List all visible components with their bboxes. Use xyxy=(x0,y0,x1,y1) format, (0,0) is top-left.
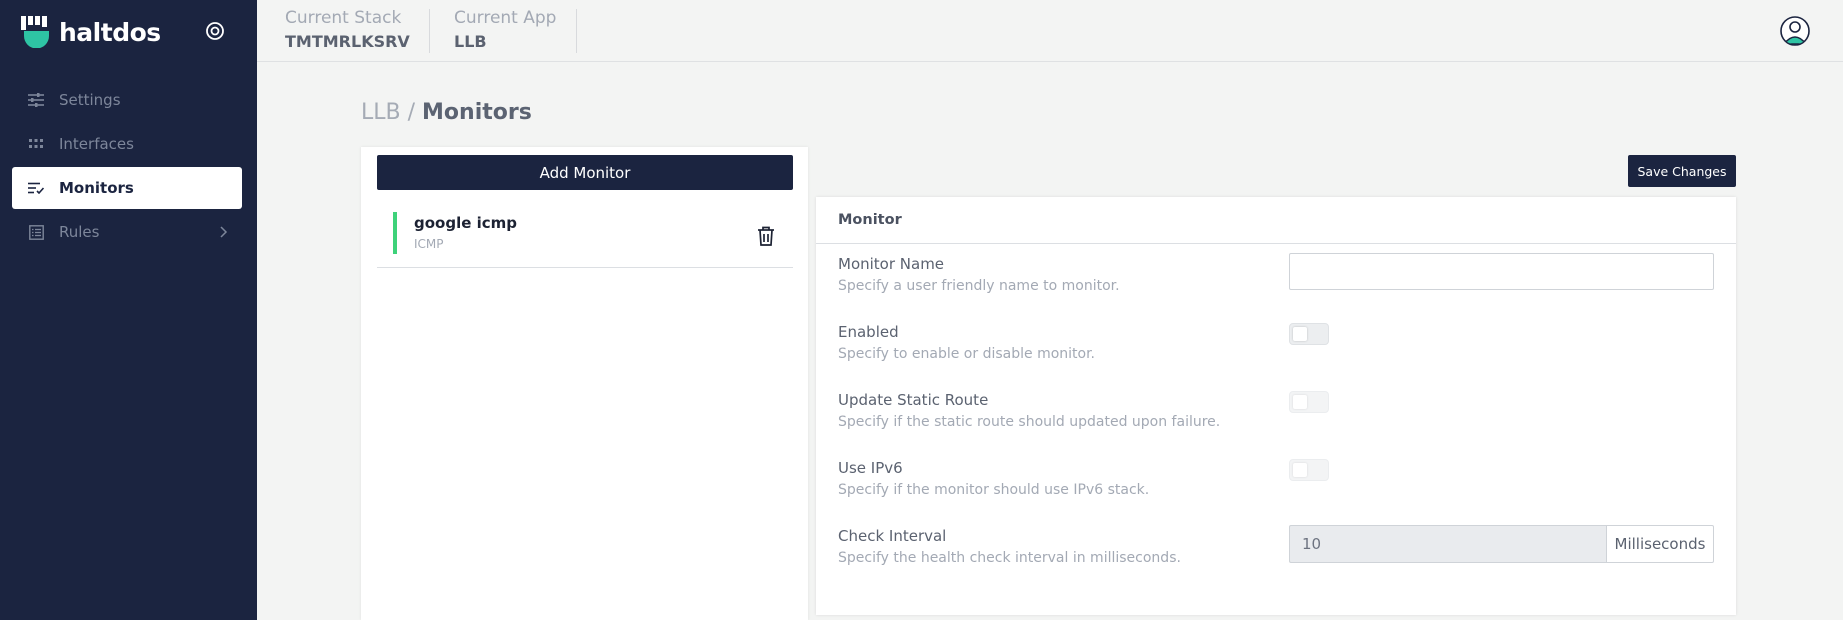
current-stack-label: Current Stack xyxy=(285,8,402,28)
toggle-knob xyxy=(1293,463,1307,477)
sidebar: haltdos Settings Interfaces Monitors Rul… xyxy=(0,0,257,620)
list-box-icon xyxy=(28,224,44,240)
sliders-icon xyxy=(28,92,44,108)
enabled-row: Enabled Specify to enable or disable mon… xyxy=(838,323,1716,362)
sidebar-item-label: Monitors xyxy=(59,179,134,197)
toggle-knob xyxy=(1293,327,1307,341)
breadcrumb-parent[interactable]: LLB xyxy=(361,100,401,125)
toggle-knob xyxy=(1293,395,1307,409)
field-hint: Specify if the static route should updat… xyxy=(838,414,1221,430)
monitors-list-panel: Add Monitor google icmp ICMP xyxy=(361,147,808,620)
sidebar-item-monitors[interactable]: Monitors xyxy=(12,167,242,209)
monitor-form: Monitor Monitor Name Specify a user frie… xyxy=(816,197,1736,615)
interval-unit-label: Milliseconds xyxy=(1606,525,1714,563)
divider xyxy=(576,9,577,53)
check-interval-group: Milliseconds xyxy=(1289,525,1714,563)
user-avatar-icon[interactable] xyxy=(1780,16,1810,46)
sidebar-item-label: Interfaces xyxy=(59,135,134,153)
current-stack-value: TMTMRLKSRV xyxy=(285,32,410,51)
sidebar-item-settings[interactable]: Settings xyxy=(12,79,242,121)
current-app-label: Current App xyxy=(454,8,557,28)
field-hint: Specify to enable or disable monitor. xyxy=(838,346,1096,362)
topbar: Current Stack TMTMRLKSRV Current App LLB xyxy=(257,0,1843,62)
save-changes-button[interactable]: Save Changes xyxy=(1628,155,1736,187)
divider xyxy=(429,9,430,53)
monitor-name: google icmp xyxy=(414,214,518,232)
current-app-value: LLB xyxy=(454,32,487,51)
list-item[interactable]: google icmp ICMP xyxy=(377,202,793,268)
field-label: Use IPv6 xyxy=(838,459,903,477)
breadcrumb-separator: / xyxy=(407,100,416,125)
grid-icon xyxy=(28,136,44,152)
haltdos-logo-icon xyxy=(21,16,49,48)
brand-name: haltdos xyxy=(59,17,161,47)
update-static-route-toggle[interactable] xyxy=(1289,391,1329,413)
list-check-icon xyxy=(28,180,44,196)
use-ipv6-row: Use IPv6 Specify if the monitor should u… xyxy=(838,459,1716,498)
current-app[interactable]: Current App LLB xyxy=(454,8,556,51)
field-label: Enabled xyxy=(838,323,899,341)
brand[interactable]: haltdos xyxy=(21,14,161,50)
chevron-right-icon xyxy=(220,226,228,238)
page-title: Monitors xyxy=(422,100,532,125)
check-interval-input[interactable] xyxy=(1289,525,1606,563)
enabled-toggle[interactable] xyxy=(1289,323,1329,345)
sidebar-toggle-icon[interactable] xyxy=(205,21,225,41)
sidebar-item-label: Rules xyxy=(59,223,100,241)
monitor-type: ICMP xyxy=(414,237,444,251)
monitor-name-input[interactable] xyxy=(1289,253,1714,290)
form-title: Monitor xyxy=(816,197,1736,244)
sidebar-item-rules[interactable]: Rules xyxy=(12,211,242,253)
sidebar-nav: Settings Interfaces Monitors Rules xyxy=(12,79,242,255)
field-label: Update Static Route xyxy=(838,391,989,409)
field-hint: Specify if the monitor should use IPv6 s… xyxy=(838,482,1150,498)
sidebar-item-interfaces[interactable]: Interfaces xyxy=(12,123,242,165)
sidebar-item-label: Settings xyxy=(59,91,121,109)
update-static-route-row: Update Static Route Specify if the stati… xyxy=(838,391,1716,430)
trash-icon[interactable] xyxy=(757,226,775,246)
status-indicator xyxy=(393,212,397,254)
breadcrumb: LLB / Monitors xyxy=(361,100,532,125)
add-monitor-button[interactable]: Add Monitor xyxy=(377,155,793,190)
use-ipv6-toggle[interactable] xyxy=(1289,459,1329,481)
current-stack[interactable]: Current Stack TMTMRLKSRV xyxy=(285,8,410,51)
